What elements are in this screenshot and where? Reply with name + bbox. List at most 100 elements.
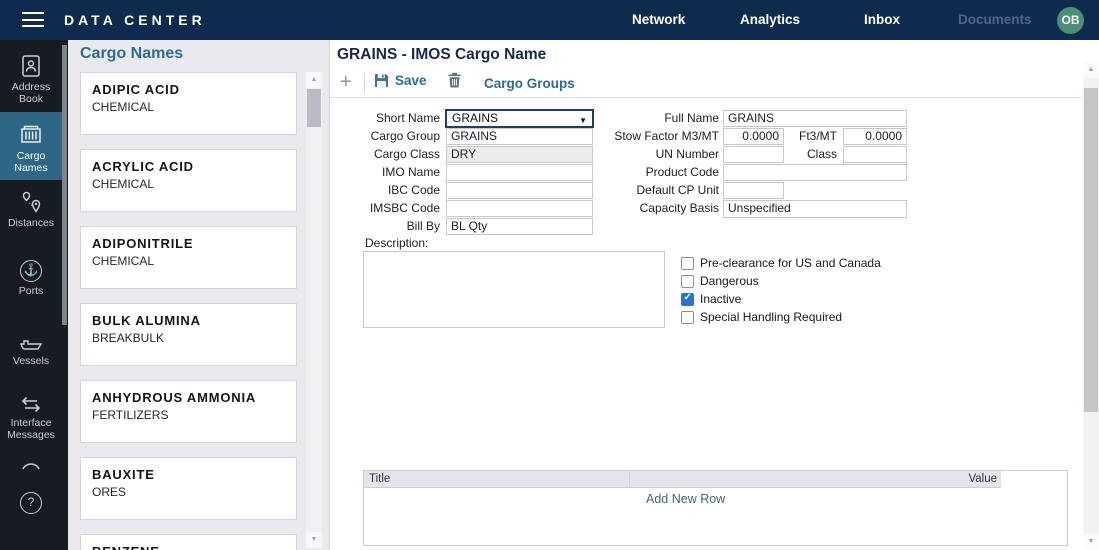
- sidebar-item-label: Ports: [2, 285, 60, 297]
- scroll-up-icon[interactable]: ▲: [306, 72, 322, 88]
- ibc-code-field[interactable]: [446, 182, 593, 199]
- data-center-app: DATA CENTER Network Analytics Inbox Docu…: [0, 0, 1099, 550]
- table-header: Title Value: [364, 471, 1001, 488]
- class-label: Class: [785, 146, 837, 163]
- sidebar-item-partial: [0, 460, 62, 470]
- sidebar-item-cargo-names[interactable]: Cargo Names: [0, 112, 62, 180]
- sidebar-item-address-book[interactable]: Address Book: [0, 54, 62, 105]
- sidebar-item-distances[interactable]: Distances: [0, 190, 62, 229]
- default-cp-unit-field[interactable]: [723, 182, 784, 199]
- sidebar-item-label: Vessels: [2, 355, 60, 367]
- checkbox[interactable]: [681, 257, 694, 270]
- column-header-title: Title: [369, 471, 390, 487]
- imo-name-field[interactable]: [446, 164, 593, 181]
- cargo-names-panel: Cargo Names ADIPIC ACID CHEMICAL ACRYLIC…: [68, 40, 330, 550]
- sidebar-item-vessels[interactable]: Vessels: [0, 334, 62, 367]
- title-value-table: Title Value Add New Row: [363, 470, 1068, 546]
- bill-by-label: Bill By: [330, 218, 440, 235]
- main-content: GRAINS - IMOS Cargo Name + Save Cargo Gr…: [330, 40, 1083, 550]
- sidebar-item-label: Distances: [2, 217, 60, 229]
- save-label: Save: [395, 73, 427, 88]
- cargo-class-label: Cargo Class: [330, 146, 440, 163]
- sidebar-item-label: Address Book: [2, 81, 60, 105]
- description-textarea[interactable]: [363, 251, 665, 328]
- list-scrollbar[interactable]: ▲ ▼: [306, 72, 322, 548]
- cargo-group-label: Cargo Group: [330, 128, 440, 145]
- checkbox[interactable]: [681, 275, 694, 288]
- sidebar-item-interface-messages[interactable]: Interface Messages: [0, 396, 62, 441]
- short-name-value: GRAINS: [452, 111, 498, 125]
- cargo-name: BENZENE: [92, 544, 285, 550]
- checkbox-row-preclearance: Pre-clearance for US and Canada: [681, 256, 881, 270]
- full-name-label: Full Name: [599, 110, 719, 127]
- cargo-group: CHEMICAL: [92, 254, 285, 268]
- imsbc-code-field[interactable]: [446, 200, 593, 217]
- list-scrollbar-thumb[interactable]: [307, 89, 321, 127]
- main-scrollbar[interactable]: ▲ ▼: [1083, 62, 1099, 550]
- delete-button[interactable]: [448, 72, 461, 93]
- imo-name-label: IMO Name: [330, 164, 440, 181]
- list-item[interactable]: ADIPIC ACID CHEMICAL: [80, 72, 297, 135]
- bill-by-field[interactable]: BL Qty: [446, 218, 593, 235]
- list-item[interactable]: ACRYLIC ACID CHEMICAL: [80, 149, 297, 212]
- checkbox[interactable]: [681, 311, 694, 324]
- chevron-down-icon: ▼: [579, 113, 587, 128]
- cargo-group-field[interactable]: GRAINS: [446, 128, 593, 145]
- capacity-basis-field[interactable]: Unspecified: [723, 200, 907, 218]
- avatar[interactable]: OB: [1057, 7, 1084, 34]
- cargo-group: ORES: [92, 485, 285, 499]
- default-cp-unit-label: Default CP Unit: [599, 182, 719, 199]
- add-new-row-link[interactable]: Add New Row: [646, 492, 725, 506]
- nav-inbox[interactable]: Inbox: [864, 0, 900, 40]
- sidebar-item-help[interactable]: ?: [0, 492, 62, 514]
- list-item[interactable]: BENZENE: [80, 534, 297, 550]
- un-number-field[interactable]: [723, 146, 784, 163]
- stow-factor-ft3-field[interactable]: 0.0000: [843, 128, 907, 145]
- short-name-select[interactable]: GRAINS ▼: [445, 109, 594, 128]
- nav-documents: Documents: [958, 0, 1032, 40]
- sidebar: Address Book Cargo Names Distances ⚓ Por…: [0, 40, 68, 550]
- ft3-mt-label: Ft3/MT: [785, 128, 837, 145]
- toolbar-separator: [364, 73, 365, 93]
- cargo-name: ADIPIC ACID: [92, 82, 285, 97]
- cargo-group: CHEMICAL: [92, 177, 285, 191]
- stow-factor-m3-field[interactable]: 0.0000: [723, 128, 784, 145]
- scroll-down-icon[interactable]: ▼: [1083, 534, 1099, 550]
- list-item[interactable]: ANHYDROUS AMMONIA FERTILIZERS: [80, 380, 297, 443]
- ibc-code-label: IBC Code: [330, 182, 440, 199]
- list-item[interactable]: ADIPONITRILE CHEMICAL: [80, 226, 297, 289]
- cargo-name: BAUXITE: [92, 467, 285, 482]
- cargo-names-icon: [18, 123, 44, 147]
- checkbox-label: Pre-clearance for US and Canada: [700, 256, 881, 270]
- nav-analytics[interactable]: Analytics: [740, 0, 800, 40]
- checkbox-label: Dangerous: [700, 274, 759, 288]
- imsbc-code-label: IMSBC Code: [330, 200, 440, 217]
- list-item[interactable]: BULK ALUMINA BREAKBULK: [80, 303, 297, 366]
- page-title: GRAINS - IMOS Cargo Name: [337, 46, 546, 64]
- product-code-field[interactable]: [723, 164, 907, 181]
- top-bar: DATA CENTER Network Analytics Inbox Docu…: [0, 0, 1099, 40]
- un-number-label: UN Number: [599, 146, 719, 163]
- list-item[interactable]: BAUXITE ORES: [80, 457, 297, 520]
- cargo-group: BREAKBULK: [92, 331, 285, 345]
- main-scrollbar-thumb[interactable]: [1084, 88, 1098, 412]
- scroll-down-icon[interactable]: ▼: [306, 532, 322, 548]
- class-field[interactable]: [843, 146, 907, 163]
- checkbox[interactable]: [681, 293, 694, 306]
- cargo-name: BULK ALUMINA: [92, 313, 285, 328]
- sidebar-scrollbar-thumb[interactable]: [62, 45, 67, 325]
- vessel-icon: [18, 334, 44, 352]
- nav-network[interactable]: Network: [632, 0, 685, 40]
- sidebar-item-label: Cargo Names: [2, 150, 60, 174]
- scroll-up-icon[interactable]: ▲: [1083, 62, 1099, 78]
- cargo-groups-link[interactable]: Cargo Groups: [484, 76, 575, 91]
- save-icon: [374, 73, 389, 88]
- save-button[interactable]: Save: [374, 73, 427, 88]
- full-name-field[interactable]: GRAINS: [723, 110, 907, 127]
- sidebar-item-ports[interactable]: ⚓ Ports: [0, 260, 62, 297]
- add-button[interactable]: +: [340, 71, 352, 93]
- checkbox-label: Special Handling Required: [700, 310, 842, 324]
- checkbox-label: Inactive: [700, 292, 741, 306]
- menu-icon[interactable]: [22, 12, 44, 27]
- checkbox-row-dangerous: Dangerous: [681, 274, 759, 288]
